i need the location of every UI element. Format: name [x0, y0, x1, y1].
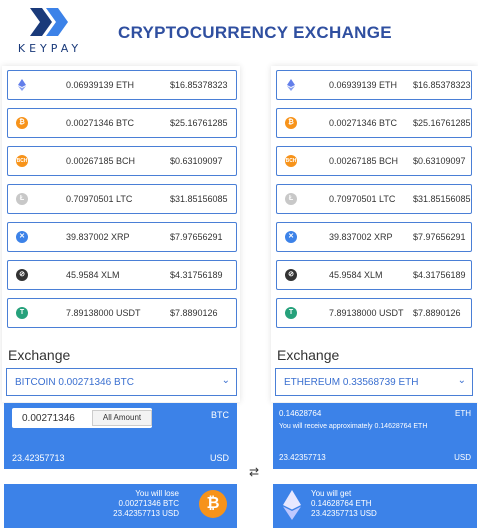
coin-usd: $7.97656291	[170, 232, 223, 242]
keypay-logo: KEYPAY	[10, 6, 90, 55]
lose-coin-amount: 0.00271346 BTC	[118, 499, 180, 508]
coin-row-xrp[interactable]: ✕ 39.837002 XRP $7.97656291	[276, 222, 472, 252]
get-summary: You will get 0.14628764 ETH 23.42357713 …	[273, 484, 477, 528]
receive-amount-box: 0.14628764 ETH You will receive approxim…	[273, 403, 477, 469]
coin-amount: 0.00267185 BCH	[329, 156, 399, 166]
coin-usd: $7.8890126	[413, 308, 461, 318]
usd-value: 23.42357713	[12, 453, 65, 463]
exchange-label: Exchange	[277, 347, 340, 363]
keypay-logo-icon	[30, 8, 68, 36]
chevron-down-icon: ⌄	[221, 375, 230, 386]
coin-amount: 39.837002 XRP	[66, 232, 130, 242]
coin-usd: $4.31756189	[170, 270, 223, 280]
coin-row-btc[interactable]: ₿ 0.00271346 BTC $25.16761285	[276, 108, 472, 138]
coin-usd: $31.85156085	[413, 194, 471, 204]
receive-estimate: You will receive approximately 0.1462876…	[279, 423, 428, 430]
coin-usd: $0.63109097	[170, 156, 223, 166]
coin-row-btc[interactable]: ₿ 0.00271346 BTC $25.16761285	[7, 108, 237, 138]
coin-amount: 45.9584 XLM	[329, 270, 383, 280]
coin-amount: 0.06939139 ETH	[329, 80, 398, 90]
ethereum-icon	[287, 79, 295, 91]
left-wallet-panel: 0.06939139 ETH $16.85378323 ₿ 0.00271346…	[2, 66, 240, 402]
stellar-icon: ⊘	[16, 269, 28, 281]
select-value: ETHEREUM 0.33568739 ETH	[284, 377, 419, 388]
coin-amount: 0.00267185 BCH	[66, 156, 136, 166]
coin-amount: 0.06939139 ETH	[66, 80, 135, 90]
coin-row-xrp[interactable]: ✕ 39.837002 XRP $7.97656291	[7, 222, 237, 252]
tether-icon: T	[285, 307, 297, 319]
coin-row-eth[interactable]: 0.06939139 ETH $16.85378323	[7, 70, 237, 100]
coin-row-xlm[interactable]: ⊘ 45.9584 XLM $4.31756189	[276, 260, 472, 290]
usd-code: USD	[454, 453, 471, 462]
amount-input[interactable]: 0.00271346 All Amount	[12, 408, 152, 428]
coin-row-bch[interactable]: BCH 0.00267185 BCH $0.63109097	[276, 146, 472, 176]
coin-amount: 0.00271346 BTC	[329, 118, 398, 128]
coin-row-usdt[interactable]: T 7.89138000 USDT $7.8890126	[276, 298, 472, 328]
swap-icon[interactable]: ⇄	[246, 464, 262, 480]
coin-code: ETH	[455, 409, 471, 418]
litecoin-icon: Ł	[16, 193, 28, 205]
tether-icon: T	[16, 307, 28, 319]
coin-amount: 45.9584 XLM	[66, 270, 120, 280]
coin-row-xlm[interactable]: ⊘ 45.9584 XLM $4.31756189	[7, 260, 237, 290]
coin-row-ltc[interactable]: Ł 0.70970501 LTC $31.85156085	[7, 184, 237, 214]
usd-value: 23.42357713	[279, 453, 326, 462]
ethereum-icon	[18, 79, 26, 91]
stellar-icon: ⊘	[285, 269, 297, 281]
exchange-label: Exchange	[8, 347, 71, 363]
all-amount-button[interactable]: All Amount	[92, 410, 152, 426]
coin-row-ltc[interactable]: Ł 0.70970501 LTC $31.85156085	[276, 184, 472, 214]
page-title: CRYPTOCURRENCY EXCHANGE	[118, 23, 392, 42]
coin-amount: 7.89138000 USDT	[66, 308, 141, 318]
coin-usd: $7.8890126	[170, 308, 218, 318]
bitcoin-icon: ₿	[16, 117, 28, 129]
coin-usd: $25.16761285	[170, 118, 228, 128]
brand-name: KEYPAY	[17, 42, 83, 55]
coin-amount: 0.70970501 LTC	[66, 194, 133, 204]
bitcoin-cash-icon: BCH	[16, 155, 28, 167]
coin-usd: $31.85156085	[170, 194, 228, 204]
coin-usd: $16.85378323	[413, 80, 471, 90]
coin-row-eth[interactable]: 0.06939139 ETH $16.85378323	[276, 70, 472, 100]
coin-usd: $25.16761285	[413, 118, 471, 128]
coin-usd: $4.31756189	[413, 270, 466, 280]
coin-amount: 0.70970501 LTC	[329, 194, 396, 204]
coin-row-bch[interactable]: BCH 0.00267185 BCH $0.63109097	[7, 146, 237, 176]
coin-code: BTC	[211, 410, 229, 420]
amount-value: 0.14628764	[279, 409, 322, 418]
right-wallet-panel: 0.06939139 ETH $16.85378323 ₿ 0.00271346…	[271, 66, 478, 402]
get-title: You will get	[311, 489, 352, 498]
lose-title: You will lose	[135, 489, 179, 498]
coin-usd: $0.63109097	[413, 156, 466, 166]
lose-summary: You will lose 0.00271346 BTC 23.42357713…	[4, 484, 237, 528]
send-amount-box: 0.00271346 All Amount BTC 23.42357713 US…	[4, 403, 237, 469]
bitcoin-cash-icon: BCH	[285, 155, 297, 167]
ripple-icon: ✕	[16, 231, 28, 243]
ethereum-icon	[283, 490, 301, 520]
bitcoin-icon: ₿	[285, 117, 297, 129]
select-value: BITCOIN 0.00271346 BTC	[15, 377, 134, 388]
litecoin-icon: Ł	[285, 193, 297, 205]
get-coin-amount: 0.14628764 ETH	[311, 499, 372, 508]
coin-amount: 7.89138000 USDT	[329, 308, 404, 318]
coin-usd: $7.97656291	[413, 232, 466, 242]
coin-usd: $16.85378323	[170, 80, 228, 90]
coin-amount: 39.837002 XRP	[329, 232, 393, 242]
chevron-down-icon: ⌄	[457, 375, 466, 386]
usd-code: USD	[209, 453, 229, 463]
target-coin-select[interactable]: ETHEREUM 0.33568739 ETH ⌄	[275, 368, 473, 396]
get-usd-amount: 23.42357713 USD	[311, 509, 377, 518]
bitcoin-icon: ₿	[199, 490, 227, 518]
source-coin-select[interactable]: BITCOIN 0.00271346 BTC ⌄	[6, 368, 237, 396]
coin-amount: 0.00271346 BTC	[66, 118, 135, 128]
ripple-icon: ✕	[285, 231, 297, 243]
lose-usd-amount: 23.42357713 USD	[113, 509, 179, 518]
coin-row-usdt[interactable]: T 7.89138000 USDT $7.8890126	[7, 298, 237, 328]
amount-value: 0.00271346	[22, 413, 75, 424]
